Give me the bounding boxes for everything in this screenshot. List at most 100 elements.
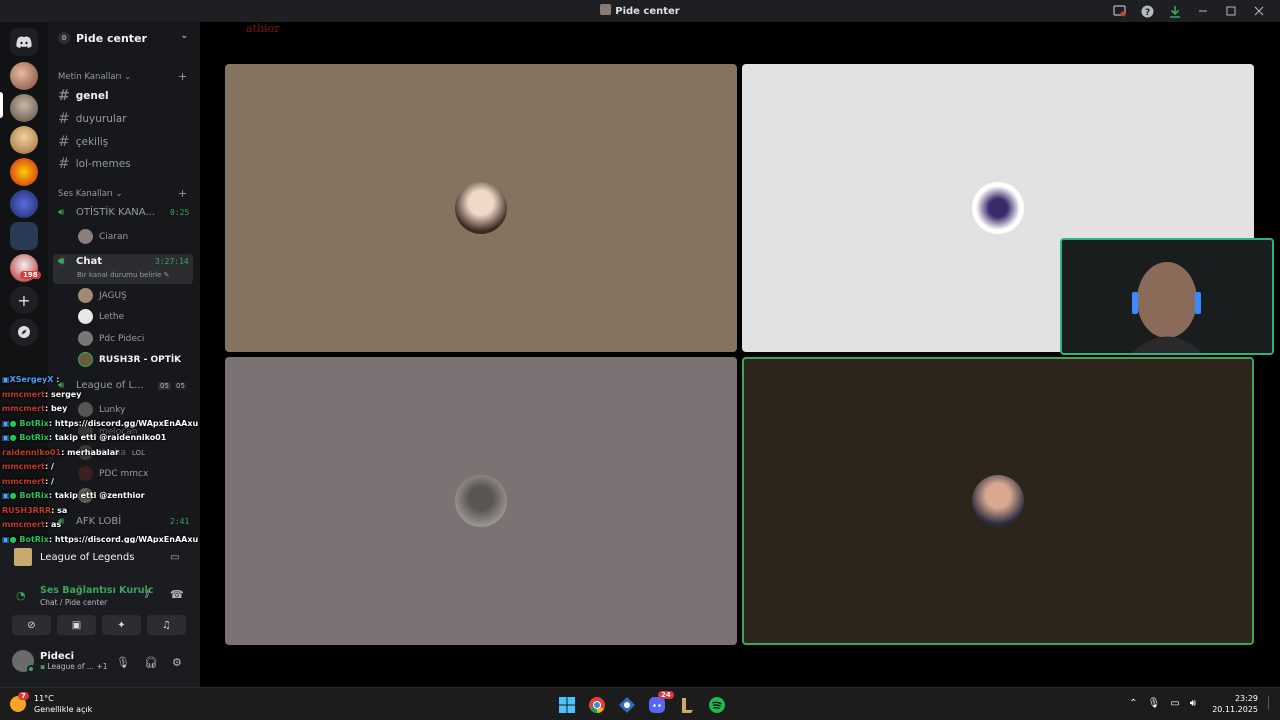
weather-widget[interactable]: 7 11°C Genellikle açık: [10, 692, 93, 715]
voice-member[interactable]: Lethe: [78, 309, 237, 324]
activities-button[interactable]: ✦: [102, 615, 141, 635]
stream-overlay-label: athior: [246, 22, 280, 35]
voice-location: Chat / Pide center: [40, 598, 108, 607]
server-avatar-pide-center[interactable]: [10, 94, 38, 122]
server-header[interactable]: 0 Pide center ⌄: [48, 22, 200, 54]
chevron-down-icon: ⌄: [115, 189, 123, 199]
server-avatar-6[interactable]: [10, 222, 38, 250]
discord-taskbar-icon[interactable]: 24: [648, 691, 674, 714]
game-status-icon: ▪: [40, 662, 46, 671]
voice-channel-timer: 0:25: [170, 208, 190, 217]
voice-member[interactable]: RUSH3R - OPTİK: [78, 352, 237, 367]
chat-user: mmcmert: [2, 462, 45, 471]
settings-gear-icon[interactable]: ⚙: [172, 656, 182, 669]
league-taskbar-icon[interactable]: [678, 696, 696, 714]
speaker-icon: 🔊︎: [58, 207, 65, 218]
voice-channel-name: Chat: [76, 256, 102, 267]
os-taskbar: 7 11°C Genellikle açık 24 ⌃ 🎙︎ ▭ 🔊︎ 23:29…: [0, 687, 1280, 720]
chat-user: RUSH3RRR: [2, 505, 52, 515]
participant-tile[interactable]: [225, 357, 737, 645]
server-avatar-1[interactable]: [10, 62, 38, 90]
channel-genel[interactable]: # genel: [58, 88, 109, 104]
webcam-overlay: [1060, 238, 1274, 355]
voice-channel-timer: 3:27:14: [155, 257, 189, 266]
disconnect-icon[interactable]: ☎: [170, 588, 184, 601]
app-icon-blue[interactable]: [618, 696, 636, 714]
soundboard-icon: ♫: [162, 619, 171, 631]
user-panel: League of Legends ▭ ◔ Ses Bağlantısı Kur…: [0, 543, 200, 687]
chat-message: : bey: [44, 404, 68, 413]
add-channel-icon[interactable]: +: [178, 187, 187, 200]
network-icon[interactable]: ▭: [1170, 698, 1179, 709]
microphone-tray-icon[interactable]: 🎙︎: [1148, 698, 1161, 709]
chat-user: mmcmert: [2, 520, 45, 529]
online-status-icon: [27, 665, 35, 673]
channel-cekilis[interactable]: # çekiliş: [58, 134, 108, 150]
server-avatar-3[interactable]: [10, 126, 38, 154]
voice-channel-chat[interactable]: 🔊︎ Chat 3:27:14: [58, 256, 198, 267]
channel-lol-memes[interactable]: # lol-memes: [58, 156, 131, 172]
chat-line: ▣XSergeyX :: [2, 375, 60, 384]
voice-member[interactable]: JAGUŞ: [78, 288, 237, 303]
voice-status-text: Ses Bağlantısı Kurulc: [40, 585, 154, 596]
channel-status-prompt[interactable]: Bir kanal durumu belirle ✎: [77, 271, 170, 279]
system-clock[interactable]: 23:29 20.11.2025: [1212, 693, 1258, 715]
volume-icon[interactable]: 🔊︎: [1190, 698, 1196, 709]
minimize-icon[interactable]: [1196, 4, 1210, 18]
signal-icon: ◔: [16, 589, 26, 602]
game-activity[interactable]: League of Legends ▭: [14, 548, 179, 566]
noise-suppression-icon[interactable]: ⫽: [145, 588, 150, 602]
add-server-icon[interactable]: +: [10, 286, 38, 314]
camera-off-button[interactable]: ⊘: [12, 615, 51, 635]
screen-share-button[interactable]: ▣: [57, 615, 96, 635]
stream-game-icon[interactable]: ▭: [170, 552, 179, 563]
voice-member[interactable]: Pdc Pideci: [78, 331, 237, 346]
windows-start-icon[interactable]: [558, 696, 576, 714]
webcam-feed: [1062, 240, 1272, 353]
voice-member[interactable]: Ciaran: [78, 229, 128, 244]
chrome-icon[interactable]: [588, 696, 606, 714]
username: Pideci: [40, 651, 75, 662]
help-icon[interactable]: ?: [1140, 4, 1154, 18]
chat-user: BotRix: [19, 418, 49, 428]
server-avatar-4[interactable]: [10, 158, 38, 186]
spotify-icon[interactable]: [708, 696, 726, 714]
channel-name: genel: [75, 90, 109, 102]
user-status-extra: +1: [96, 662, 108, 671]
category-label: Metin Kanalları: [58, 72, 122, 82]
user-info[interactable]: Pideci ▪ League of ... +1: [12, 650, 108, 673]
chat-message: : sa: [51, 505, 68, 515]
chevron-up-icon[interactable]: ⌃: [1129, 698, 1137, 709]
weather-desc: Genellikle açık: [34, 705, 93, 714]
participant-tile-speaking[interactable]: [742, 357, 1254, 645]
soundboard-button[interactable]: ♫: [147, 615, 186, 635]
download-icon[interactable]: [1168, 4, 1182, 18]
active-server-pill: [0, 92, 3, 118]
headphones-icon[interactable]: 🎧︎: [144, 656, 158, 669]
avatar: [78, 288, 93, 303]
discover-icon[interactable]: [10, 318, 38, 346]
weather-sun-icon: 7: [10, 692, 29, 712]
category-voice-channels[interactable]: Ses Kanalları ⌄ +: [58, 187, 187, 200]
bot-badge-icon: ●: [9, 491, 17, 500]
category-text-channels[interactable]: Metin Kanalları ⌄ +: [58, 70, 187, 83]
svg-text:?: ?: [1145, 8, 1150, 18]
chat-message: : /: [44, 462, 54, 471]
maximize-icon[interactable]: [1224, 4, 1238, 18]
member-name: Ciaran: [99, 231, 129, 242]
close-icon[interactable]: [1252, 4, 1266, 18]
add-channel-icon[interactable]: +: [178, 70, 187, 83]
member-name: Pdc Pideci: [99, 333, 145, 344]
screen-share-icon: ▣: [71, 619, 82, 631]
member-name: JAGUŞ: [99, 290, 127, 301]
inbox-icon[interactable]: [1112, 4, 1126, 18]
channel-duyurular[interactable]: # duyurular: [58, 111, 127, 127]
microphone-icon[interactable]: 🎙︎: [116, 656, 130, 669]
participant-avatar: [455, 182, 507, 234]
voice-channel-otistik[interactable]: 🔊︎ OTİSTİK KANA... 0:25: [58, 207, 198, 218]
discord-home-icon[interactable]: [10, 28, 38, 56]
participant-tile[interactable]: [225, 64, 737, 352]
server-avatar-5[interactable]: [10, 190, 38, 218]
voice-connection-status[interactable]: ◔ Ses Bağlantısı Kurulc Chat / Pide cent…: [14, 585, 153, 607]
show-desktop-button[interactable]: [1268, 696, 1274, 710]
